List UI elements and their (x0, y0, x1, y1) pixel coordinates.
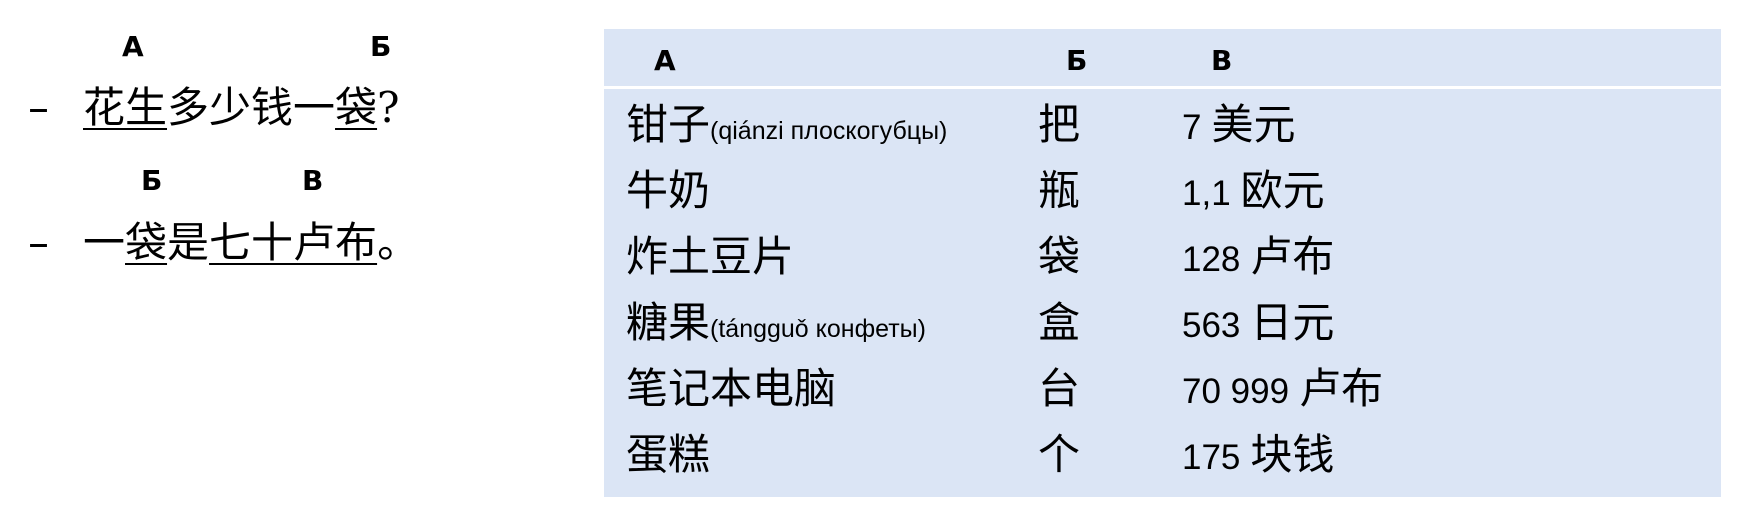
measure-word: 瓶 (1038, 166, 1081, 215)
price: 7 美元 (1182, 104, 1295, 146)
item-word: 蛋糕 (626, 430, 711, 479)
table-row: 炸土豆片 袋 128 卢布 (604, 226, 1721, 292)
price-currency: 块钱 (1250, 430, 1335, 479)
price-amount: 175 (1182, 438, 1241, 477)
marker-b: Б (370, 30, 392, 63)
price-amount: 1,1 (1182, 174, 1231, 213)
measure-word: 袋 (1038, 232, 1081, 281)
table-row: 蛋糕 个 175 块钱 (604, 424, 1721, 490)
marker-v: В (302, 164, 324, 197)
column-header-v: В (1211, 44, 1233, 77)
dialogue-dash: – (28, 218, 49, 267)
table-header: А Б В (604, 29, 1721, 89)
question-mark: ? (377, 83, 400, 132)
dialogue-line-answer: – 一袋是七十卢布。 (28, 222, 419, 264)
marker-a: А (122, 30, 144, 63)
price-amount: 70 999 (1182, 372, 1290, 411)
full-stop: 。 (377, 218, 420, 267)
item-gloss: (tángguǒ конфеты) (710, 315, 926, 343)
dialogue-dash: – (28, 83, 49, 132)
slot-b-word: 袋 (125, 218, 168, 267)
dialogue-line-question: – 花生多少钱一袋? (28, 87, 400, 129)
price: 70 999 卢布 (1182, 368, 1383, 410)
column-header-a: А (654, 44, 676, 77)
price-amount: 7 (1182, 108, 1202, 147)
table-row: 笔记本电脑 台 70 999 卢布 (604, 358, 1721, 424)
table-row: 牛奶 瓶 1,1 欧元 (604, 160, 1721, 226)
item-word: 笔记本电脑 (626, 364, 837, 413)
item-word: 炸土豆片 (626, 232, 795, 281)
price-amount: 128 (1182, 240, 1241, 279)
answer-text: 一 (83, 218, 126, 267)
table-row: 钳子(qiánzi плоскогубцы) 把 7 美元 (604, 94, 1721, 160)
question-text: 多少钱一 (167, 83, 336, 132)
price-amount: 563 (1182, 306, 1241, 345)
price: 128 卢布 (1182, 236, 1334, 278)
slot-b-word: 袋 (335, 83, 378, 132)
measure-word: 把 (1038, 100, 1081, 149)
price-currency: 卢布 (1250, 232, 1335, 281)
item-word: 糖果(tángguǒ конфеты) (626, 298, 926, 347)
measure-word: 盒 (1038, 298, 1081, 347)
substitution-table: А Б В 钳子(qiánzi плоскогубцы) 把 7 美元 牛奶 瓶 … (604, 29, 1721, 497)
item-word: 钳子(qiánzi плоскогубцы) (626, 100, 948, 149)
item-word: 牛奶 (626, 166, 711, 215)
slot-v-price: 七十卢布 (209, 218, 378, 267)
price: 1,1 欧元 (1182, 170, 1325, 212)
measure-word: 个 (1038, 430, 1081, 479)
slot-a-word: 花生 (83, 83, 168, 132)
price-currency: 美元 (1211, 100, 1296, 149)
substitution-dialogue: А Б – 花生多少钱一袋? Б В – 一袋是七十卢布。 (0, 0, 560, 506)
item-gloss: (qiánzi плоскогубцы) (710, 117, 948, 145)
measure-word: 台 (1038, 364, 1081, 413)
price: 563 日元 (1182, 302, 1334, 344)
price-currency: 日元 (1250, 298, 1335, 347)
table-row: 糖果(tángguǒ конфеты) 盒 563 日元 (604, 292, 1721, 358)
column-header-b: Б (1066, 44, 1088, 77)
marker-b: Б (141, 164, 163, 197)
price-currency: 卢布 (1299, 364, 1384, 413)
price-currency: 欧元 (1240, 166, 1325, 215)
price: 175 块钱 (1182, 434, 1334, 476)
answer-text: 是 (167, 218, 210, 267)
